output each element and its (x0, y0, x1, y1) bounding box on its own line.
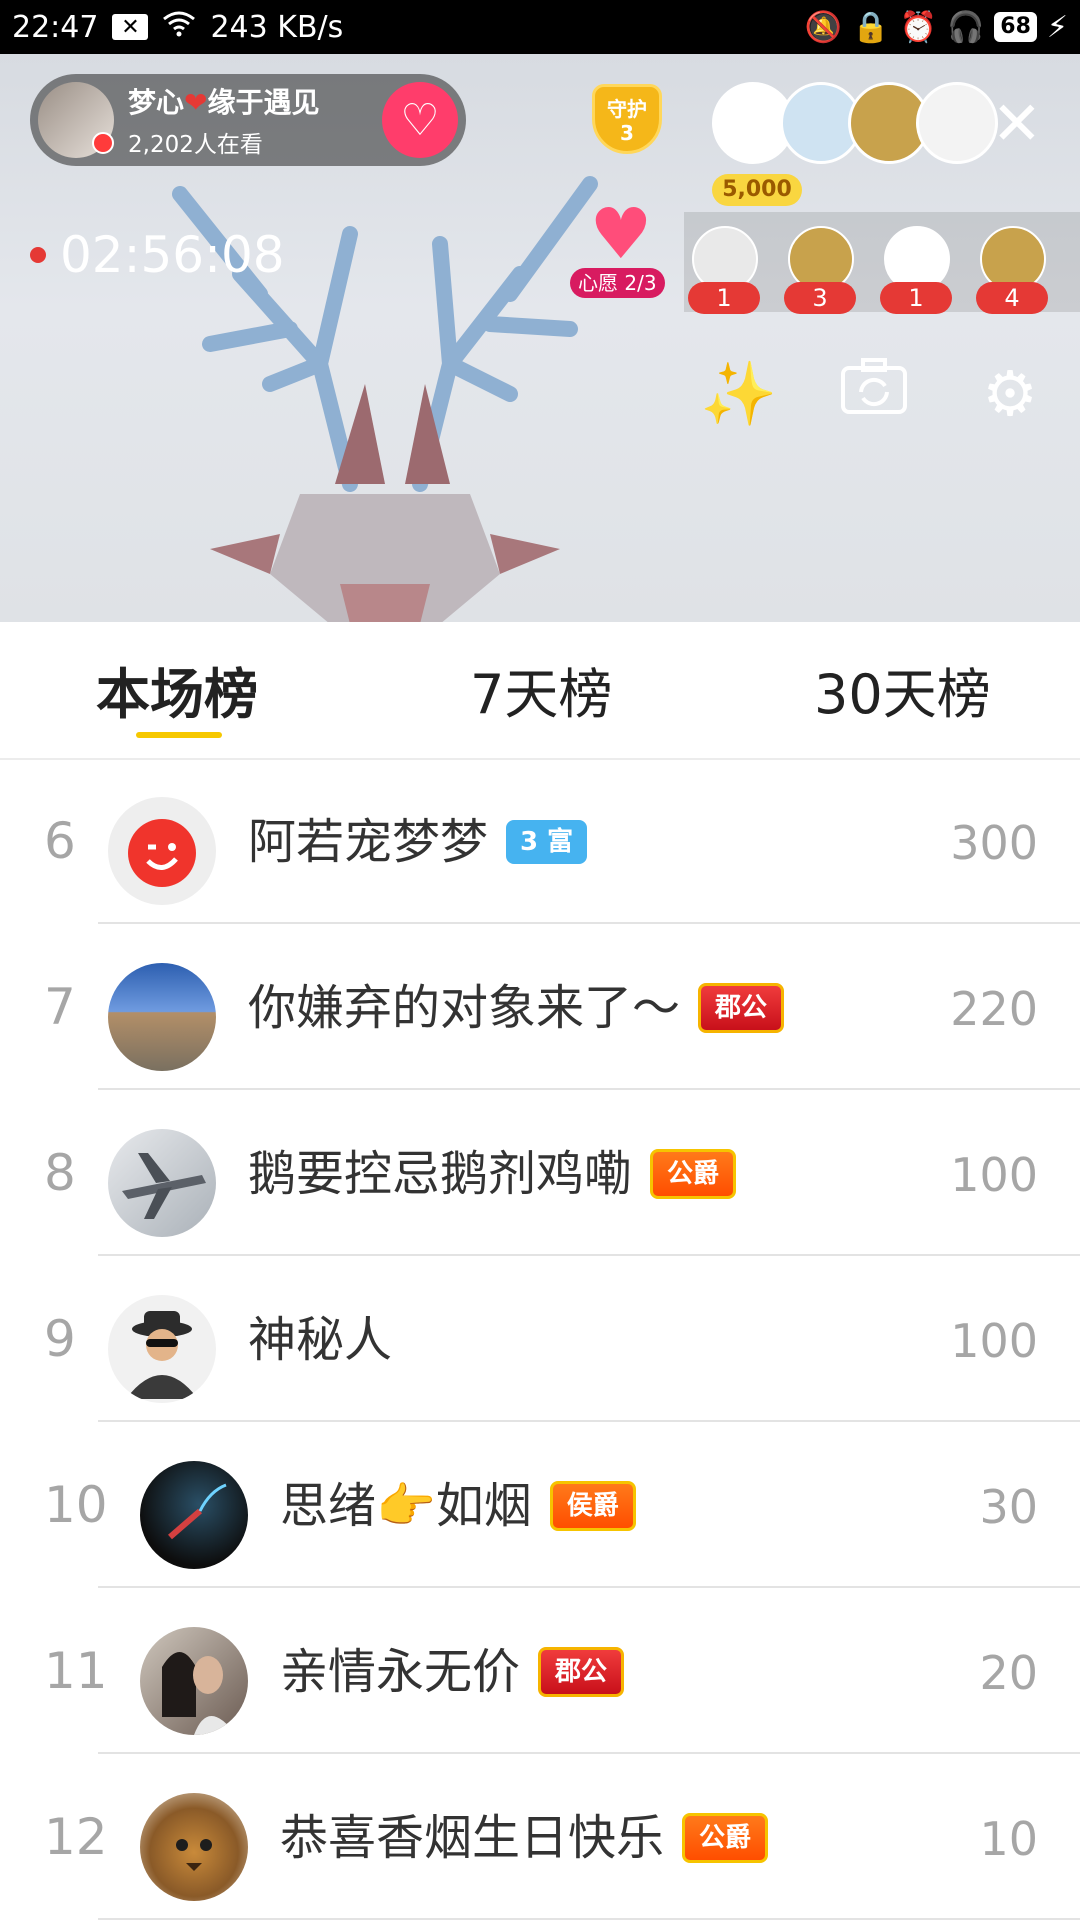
tab-this-session[interactable]: 本场榜 (96, 650, 258, 729)
ranking-row[interactable]: 10 思绪👉如烟 侯爵 30 (0, 1422, 1080, 1588)
user-avatar[interactable] (108, 963, 216, 1071)
active-tab-indicator (136, 732, 222, 738)
beauty-wand-icon[interactable]: ✨ (700, 356, 777, 432)
heart-icon: ❤ (184, 86, 208, 119)
mute-bell-icon: 🔕 (804, 9, 843, 45)
live-timer: 02:56:08 (30, 226, 285, 284)
rank-number: 7 (44, 978, 76, 1036)
top-viewer-contribution: 5,000 (712, 174, 802, 206)
deer-head-decoration (172, 176, 598, 622)
rank-number: 6 (44, 812, 76, 870)
rank-number: 8 (44, 1144, 76, 1202)
user-name: 鹅要控忌鹅剂鸡嘞 (248, 1146, 633, 1202)
tab-7-days[interactable]: 7天榜 (470, 650, 612, 729)
noble-rank-badge: 公爵 (650, 1149, 737, 1199)
host-name-part1: 梦心 (128, 86, 185, 119)
status-time: 22:47 (12, 9, 99, 45)
user-name: 思绪👉如烟 (280, 1478, 532, 1534)
recording-dot-icon (30, 247, 46, 263)
wifi-icon (162, 9, 196, 45)
gift-sender[interactable]: 3 (784, 226, 856, 314)
gift-ranking-strip[interactable]: 1 3 1 4 (684, 212, 1080, 314)
contribution-score: 100 (950, 1314, 1038, 1368)
host-name-part2: 缘于遇见 (207, 86, 320, 119)
user-name: 你嫌弃的对象来了～ (248, 980, 681, 1036)
host-name: 梦心❤缘于遇见 (128, 81, 320, 121)
contribution-score: 220 (950, 982, 1038, 1036)
ranking-row[interactable]: 9 神秘人 100 (0, 1256, 1080, 1422)
user-name: 恭喜香烟生日快乐 (280, 1810, 665, 1866)
user-avatar[interactable] (140, 1793, 248, 1901)
live-dot-icon (92, 132, 114, 154)
tab-30-days[interactable]: 30天榜 (814, 650, 991, 729)
ranking-row[interactable]: 8 鹅要控忌鹅剂鸡嘞 公爵 100 (0, 1090, 1080, 1256)
gift-sender[interactable]: 1 (688, 226, 760, 314)
gift-sender[interactable]: 1 (880, 226, 952, 314)
noble-rank-badge: 公爵 (682, 1813, 769, 1863)
wish-progress: 心愿 2/3 (570, 268, 665, 298)
user-avatar[interactable] (140, 1627, 248, 1735)
guard-count: 3 (620, 121, 634, 145)
timer-text: 02:56:08 (60, 226, 285, 284)
contribution-score: 10 (979, 1812, 1038, 1866)
contribution-score: 100 (950, 1148, 1038, 1202)
host-info-pill[interactable]: 梦心❤缘于遇见 2,202人在看 ♡ (30, 74, 466, 166)
gift-count: 1 (880, 282, 952, 314)
lock-rotation-icon: 🔒 (852, 9, 890, 45)
ranking-tabs: 本场榜 7天榜 30天榜 (0, 622, 1080, 760)
gift-count: 3 (784, 282, 856, 314)
ranking-list[interactable]: 6 阿若宠梦梦 3 富 300 7 你嫌弃的对象来了～ 郡公 220 8 鹅要控… (0, 758, 1080, 1920)
gift-count: 1 (688, 282, 760, 314)
user-name: 神秘人 (248, 1312, 393, 1368)
wish-button[interactable]: ♥ 心愿 2/3 (568, 193, 674, 298)
rank-number: 9 (44, 1310, 76, 1368)
noble-rank-badge: 郡公 (538, 1647, 625, 1697)
gift-sender[interactable]: 4 (976, 226, 1048, 314)
alarm-icon: ⏰ (899, 9, 937, 45)
viewer-count: 2,202人在看 (128, 132, 263, 158)
user-avatar[interactable] (140, 1461, 248, 1569)
ranking-row[interactable]: 11 亲情永无价 郡公 20 (0, 1588, 1080, 1754)
user-name: 亲情永无价 (280, 1644, 521, 1700)
user-name: 阿若宠梦梦 (248, 814, 489, 870)
top-viewer-avatar[interactable] (916, 82, 998, 164)
close-icon[interactable]: ✕ (992, 94, 1042, 154)
follow-heart-plus-button[interactable]: ♡ (382, 82, 458, 158)
ranking-row[interactable]: 6 阿若宠梦梦 3 富 300 (0, 758, 1080, 924)
flip-camera-icon[interactable] (836, 356, 912, 432)
ranking-row[interactable]: 12 恭喜香烟生日快乐 公爵 10 (0, 1754, 1080, 1920)
contribution-score: 20 (979, 1646, 1038, 1700)
live-video[interactable]: 梦心❤缘于遇见 2,202人在看 ♡ 守护 3 5,000 ✕ 02:56:08… (0, 54, 1080, 622)
status-bar: 22:47 ✕ 243 KB/s 🔕 🔒 ⏰ 🎧 68 ⚡ (0, 0, 1080, 54)
user-avatar[interactable] (108, 1129, 216, 1237)
host-avatar[interactable] (38, 82, 114, 158)
contribution-score: 300 (950, 816, 1038, 870)
guard-shield-icon: 守护 3 (592, 84, 662, 154)
wish-heart-icon: ♥ (589, 193, 653, 275)
contribution-score: 30 (979, 1480, 1038, 1534)
ranking-row[interactable]: 7 你嫌弃的对象来了～ 郡公 220 (0, 924, 1080, 1090)
rank-number: 10 (44, 1476, 108, 1534)
guard-badge[interactable]: 守护 3 (580, 84, 674, 180)
wealth-level-badge: 3 富 (506, 820, 588, 864)
headphones-icon: 🎧 (946, 9, 985, 45)
settings-gear-icon[interactable]: ⚙ (972, 356, 1048, 432)
battery-icon: 68 (994, 12, 1037, 42)
noble-rank-badge: 郡公 (698, 983, 785, 1033)
rank-number: 12 (44, 1808, 108, 1866)
network-speed: 243 KB/s (210, 9, 344, 45)
notification-x-icon: ✕ (112, 14, 149, 40)
gift-count: 4 (976, 282, 1048, 314)
noble-rank-badge: 侯爵 (549, 1481, 636, 1531)
charging-icon: ⚡ (1046, 9, 1068, 45)
user-avatar[interactable] (108, 797, 216, 905)
guard-label: 守护 (607, 97, 647, 121)
mystery-user-avatar[interactable] (108, 1295, 216, 1403)
rank-number: 11 (44, 1642, 108, 1700)
